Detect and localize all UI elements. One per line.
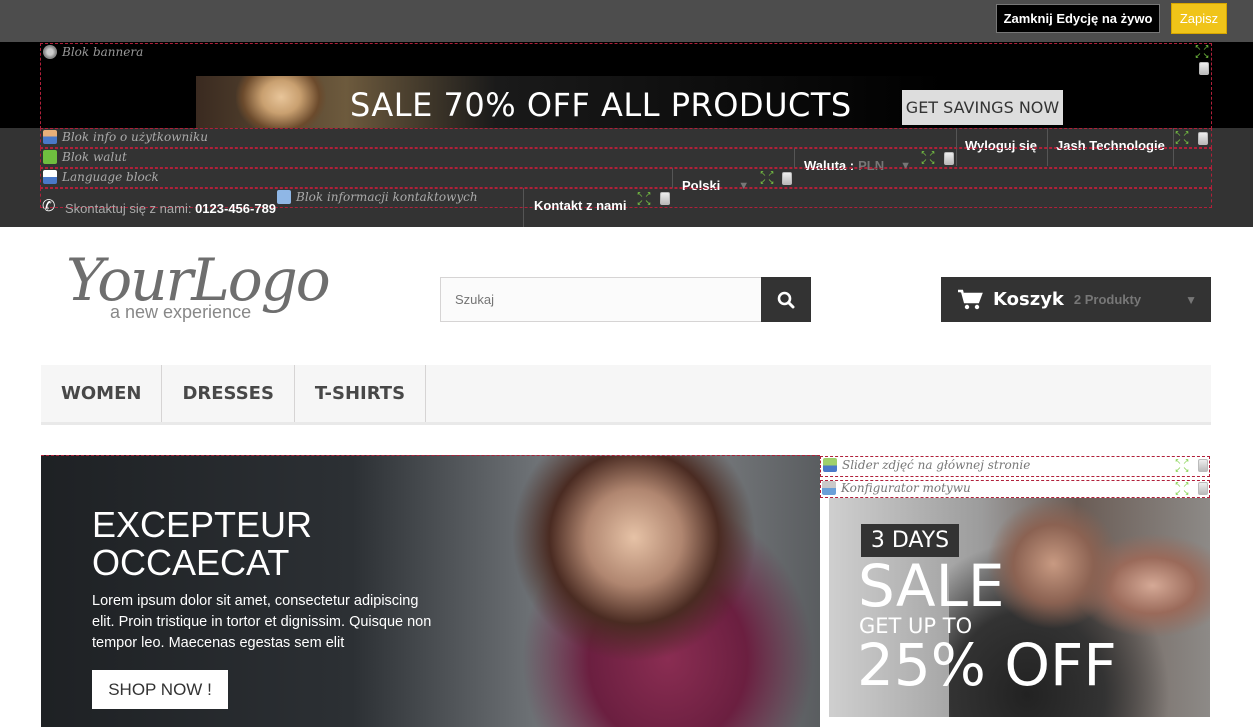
menu-item-tshirts[interactable]: T-SHIRTS [295, 365, 427, 422]
trash-icon[interactable] [1199, 62, 1209, 75]
menu-item-women[interactable]: WOMEN [41, 365, 163, 422]
cart-label: Koszyk [993, 289, 1064, 310]
divider [672, 168, 673, 188]
menu-item-dresses[interactable]: DRESSES [162, 365, 295, 422]
save-button[interactable]: Zapisz [1171, 3, 1227, 34]
trash-icon[interactable] [782, 172, 792, 185]
move-icon[interactable]: ↖ ↗ ↙ ↘ [920, 150, 936, 166]
block-label-currency: Blok walut [43, 150, 127, 164]
trash-icon[interactable] [660, 192, 670, 205]
contact-call-text: Skontaktuj się z nami: 0123-456-789 [65, 201, 276, 216]
move-icon[interactable]: ↖ ↗ ↙ ↘ [1194, 44, 1210, 60]
phone-number: 0123-456-789 [195, 201, 277, 216]
trash-icon[interactable] [944, 152, 954, 165]
search-box [440, 277, 811, 322]
logo-text: YourLogo [66, 246, 331, 314]
block-label-user-info: Blok info o użytkowniku [43, 130, 208, 144]
search-input[interactable] [441, 278, 761, 321]
block-name: Blok bannera [62, 45, 144, 59]
search-icon [777, 291, 795, 308]
block-name: Blok walut [62, 150, 127, 164]
slide-title: EXCEPTEUR OCCAECAT [92, 504, 313, 583]
block-name: Blok informacji kontaktowych [296, 190, 478, 204]
block-label-language: Language block [43, 170, 159, 184]
trash-icon[interactable] [1198, 132, 1208, 145]
phone-icon: ✆ [42, 198, 56, 215]
move-icon[interactable]: ↖ ↗ ↙ ↘ [636, 191, 652, 207]
gear-icon [43, 45, 57, 59]
move-icon[interactable]: ↖ ↗ ↙ ↘ [1174, 130, 1190, 146]
cart-button[interactable]: Koszyk 2 Produkty ▼ [941, 277, 1211, 322]
block-label-banner: Blok bannera [43, 45, 143, 59]
promo-discount: 25% OFF [857, 631, 1117, 699]
money-icon [43, 150, 57, 164]
theme-icon [822, 481, 836, 495]
block-name: Konfigurator motywu [841, 481, 971, 495]
contact-us-link[interactable]: Kontakt z nami [534, 198, 626, 213]
close-live-edit-button[interactable]: Zamknij Edycję na żywo [996, 4, 1160, 33]
block-outline-language[interactable] [40, 168, 1212, 188]
block-outline-banner[interactable] [40, 43, 1212, 129]
language-icon [43, 170, 57, 184]
promo-banner[interactable]: 3 DAYS SALE GET UP TO 25% OFF [829, 498, 1210, 717]
promo-sale: SALE [858, 552, 1005, 620]
chevron-down-icon: ▼ [1185, 292, 1197, 307]
user-icon [43, 130, 57, 144]
block-label-contact-info: Blok informacji kontaktowych [277, 190, 478, 204]
divider [794, 148, 795, 168]
shop-now-button[interactable]: SHOP NOW ! [92, 670, 228, 709]
call-label: Skontaktuj się z nami: [65, 201, 192, 216]
slide-description: Lorem ipsum dolor sit amet, consectetur … [92, 593, 432, 651]
block-outline-currency[interactable] [40, 148, 1212, 168]
cart-icon [958, 289, 983, 309]
slider-model-image [481, 456, 821, 727]
trash-icon[interactable] [1198, 482, 1208, 495]
move-icon[interactable]: ↖ ↗ ↙ ↘ [1174, 458, 1190, 474]
block-name: Blok info o użytkowniku [62, 130, 209, 144]
search-button[interactable] [761, 277, 811, 322]
move-icon[interactable]: ↖ ↗ ↙ ↘ [759, 170, 775, 186]
slider-icon [823, 458, 837, 472]
cart-count: 2 Produkty [1073, 292, 1142, 307]
divider [523, 188, 524, 227]
site-logo[interactable]: YourLogo a new experience [66, 246, 331, 323]
trash-icon[interactable] [1198, 459, 1208, 472]
block-label-theme-config: Konfigurator motywu [822, 481, 971, 495]
block-name: Language block [62, 170, 159, 184]
top-menu: WOMEN DRESSES T-SHIRTS [41, 365, 1211, 425]
block-name: Slider zdjęć na głównej stronie [842, 458, 1031, 472]
move-icon[interactable]: ↖ ↗ ↙ ↘ [1174, 481, 1190, 497]
contact-card-icon [277, 190, 291, 204]
block-label-home-slider: Slider zdjęć na głównej stronie [823, 458, 1030, 472]
